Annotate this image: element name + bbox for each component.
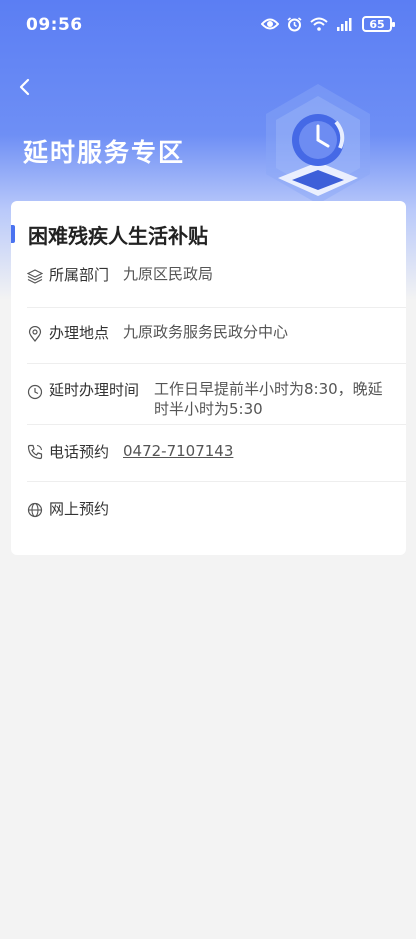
online-booking-label: 网上预约 [49, 500, 110, 518]
layers-icon [27, 269, 43, 284]
phone-number-link[interactable]: 0472-7107143 [123, 441, 233, 461]
extended-hours-value-line2: 时半小时为5:30 [154, 400, 263, 418]
department-row: 所属部门 九原区民政局 [11, 261, 406, 307]
status-time: 09:56 [26, 15, 83, 35]
globe-icon [27, 502, 43, 518]
location-value: 九原政务服务民政分中心 [123, 323, 289, 341]
department-label: 所属部门 [49, 266, 110, 284]
divider [27, 307, 406, 308]
battery-level: 65 [369, 17, 385, 31]
divider [27, 424, 406, 425]
phone-row: 电话预约 0472-7107143 [11, 437, 406, 481]
battery-icon: 65 [362, 16, 395, 32]
signal-icon [337, 18, 352, 31]
location-row: 办理地点 九原政务服务民政分中心 [11, 319, 406, 363]
title-accent-bar [11, 225, 15, 243]
alarm-icon [287, 16, 302, 31]
eye-icon [261, 18, 279, 30]
location-pin-icon [28, 326, 42, 342]
wifi-icon [310, 17, 328, 31]
phone-label: 电话预约 [49, 443, 110, 461]
online-booking-row[interactable]: 网上预约 [11, 495, 406, 535]
page-title: 延时服务专区 [23, 138, 186, 167]
chevron-left-icon[interactable] [14, 74, 38, 100]
department-value: 九原区民政局 [123, 265, 214, 283]
extended-hours-label: 延时办理时间 [49, 381, 140, 399]
service-clock-illustration [266, 84, 370, 204]
phone-icon [27, 444, 43, 460]
extended-hours-value-line1: 工作日早提前半小时为8:30，晚延 [154, 380, 383, 398]
status-icons: 65 [261, 16, 395, 32]
status-bar: 09:56 65 [0, 0, 416, 52]
divider [27, 363, 406, 364]
card-title: 困难残疾人生活补贴 [28, 224, 208, 248]
divider [27, 481, 406, 482]
extended-hours-row: 延时办理时间 工作日早提前半小时为8:30，晚延 时半小时为5:30 [11, 375, 406, 425]
location-label: 办理地点 [49, 324, 110, 342]
clock-icon [27, 384, 43, 400]
service-card: 困难残疾人生活补贴 所属部门 九原区民政局 办理地点 九原政务服务民政分中心 延… [11, 201, 406, 555]
